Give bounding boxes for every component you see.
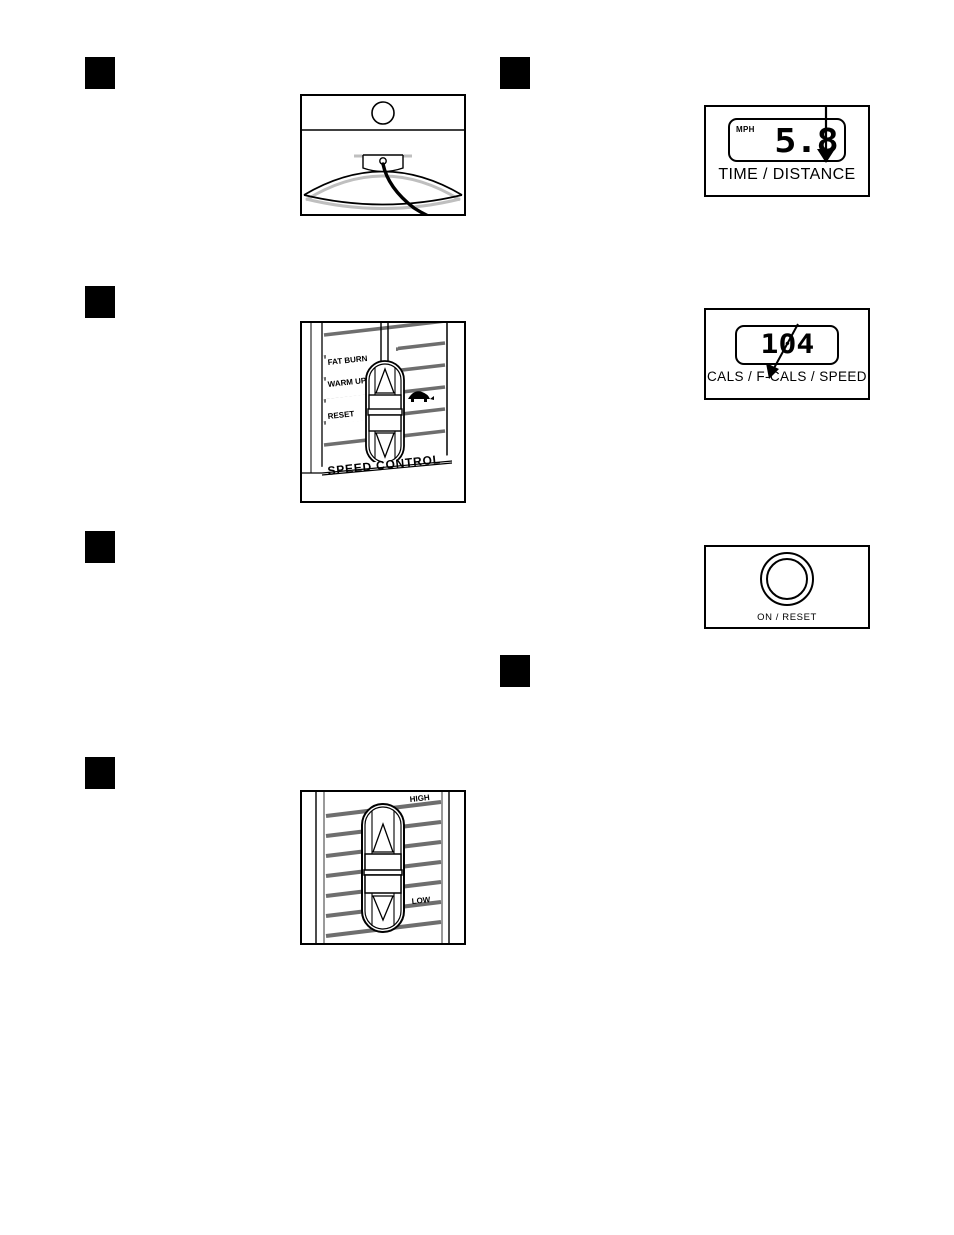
turtle-icon [408,391,434,402]
figure-incline-control: HIGH LOW [300,790,466,945]
figure-cals-display: 104 CALS / F-CALS / SPEED [704,308,870,400]
step-marker-1 [85,57,115,89]
mph-value: 5.8 [774,120,840,160]
figure-mph-display: MPH 5.8 TIME / DISTANCE [704,105,870,197]
speed-rocker-switch[interactable] [365,360,405,466]
step-marker-4 [85,531,115,563]
mph-caption: TIME / DISTANCE [718,166,856,183]
step-marker-2 [500,57,530,89]
key-clip-drawing [302,101,464,214]
on-reset-label: ON / RESET [757,611,817,623]
incline-control-drawing: HIGH LOW [315,792,450,943]
step-marker-5 [500,655,530,687]
mph-lcd-window: MPH 5.8 [728,118,846,162]
cals-caption: CALS / F-CALS / SPEED [707,368,867,384]
console-button-icon [371,101,395,125]
mph-unit-label: MPH [736,125,755,134]
incline-rocker-switch[interactable] [361,803,405,933]
on-reset-button-inner[interactable] [766,557,808,600]
cals-lcd-window: 104 [735,324,839,365]
figure-speed-control: FAT BURN WARM UP RESET SPEED CONTROL [300,321,466,503]
figure-on-reset-button: ON / RESET [704,545,870,629]
step-marker-6 [85,757,115,789]
figure-key-clip [300,94,466,216]
speed-control-drawing: FAT BURN WARM UP RESET SPEED CONTROL [302,323,453,499]
on-reset-button[interactable] [760,551,814,606]
step-marker-3 [85,286,115,318]
cals-value: 104 [760,329,814,360]
manual-page: FAT BURN WARM UP RESET SPEED CONTROL HIG… [0,0,954,1235]
